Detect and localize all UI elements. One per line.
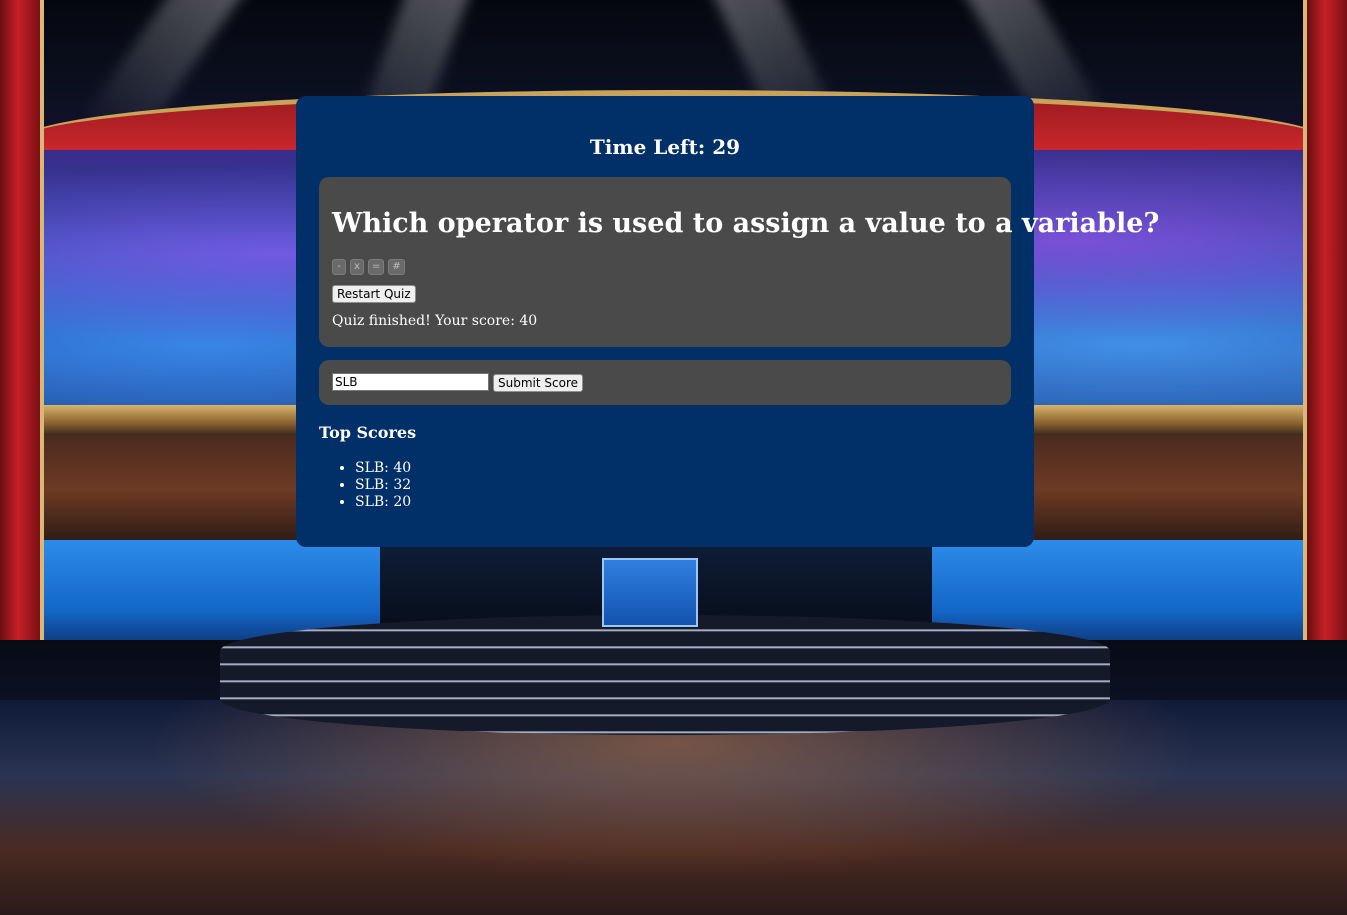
score-list-item: SLB: 32 (355, 477, 1011, 494)
answer-options: - x = # (332, 259, 998, 277)
timer-value: 29 (712, 135, 741, 159)
score-list-item: SLB: 20 (355, 494, 1011, 511)
result-text: Quiz finished! Your score: 40 (332, 313, 538, 329)
timer-label: Time Left: (589, 135, 706, 159)
top-scores-list: SLB: 40 SLB: 32 SLB: 20 (319, 460, 1011, 511)
top-scores-heading: Top Scores (319, 423, 417, 442)
restart-quiz-button[interactable]: Restart Quiz (332, 285, 416, 303)
timer: Time Left: 29 (319, 134, 1011, 160)
score-submit-panel: Submit Score (319, 360, 1011, 405)
answer-button-4[interactable]: # (388, 259, 405, 275)
quiz-card: Time Left: 29 Which operator is used to … (296, 96, 1160, 547)
answer-button-3[interactable]: = (368, 259, 385, 275)
score-list-item: SLB: 40 (355, 460, 1011, 477)
podium (602, 558, 698, 627)
submit-score-button[interactable]: Submit Score (493, 374, 583, 392)
player-name-input[interactable] (332, 373, 489, 391)
question-text: Which operator is used to assign a value… (332, 208, 1160, 239)
question-panel: Which operator is used to assign a value… (319, 177, 1160, 347)
answer-button-1[interactable]: - (332, 259, 346, 275)
answer-button-2[interactable]: x (350, 259, 364, 275)
